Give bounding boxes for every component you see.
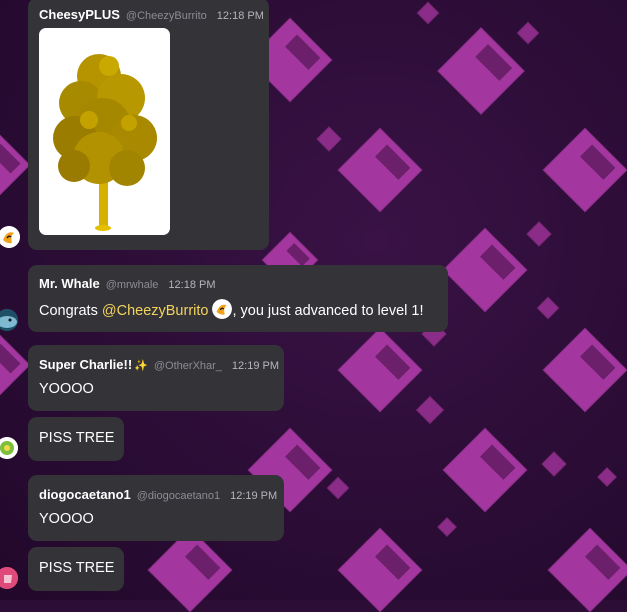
message-text: PISS TREE <box>39 430 115 446</box>
timestamp: 12:18 PM <box>168 279 216 291</box>
background-diamond <box>541 451 567 477</box>
background-diamond <box>437 517 457 537</box>
background-diamond <box>416 1 440 25</box>
background-diamond <box>542 127 627 213</box>
message-header: diogocaetano1 @diogocaetano1 12:19 PM <box>39 487 284 502</box>
author-name[interactable]: Mr. Whale <box>39 276 100 291</box>
message-text-prefix: Congrats <box>39 303 102 319</box>
background-diamond <box>316 126 342 152</box>
message-bubble: PISS TREE <box>28 417 124 461</box>
author-handle: @diogocaetano1 <box>136 490 221 502</box>
background-diamond <box>536 296 560 320</box>
mention-avatar-icon <box>212 299 233 319</box>
background-diamond <box>337 127 423 213</box>
background-diamond <box>516 21 540 45</box>
message-bubble: Super Charlie!! ✨ @OtherXhar_ 12:19 PM Y… <box>28 345 284 411</box>
background-diamond <box>442 227 528 313</box>
background-diamond <box>597 467 617 487</box>
message-text: PISS TREE <box>39 560 115 576</box>
message-text: Congrats @CheezyBurrito , you just advanc… <box>39 299 448 319</box>
timestamp: 12:18 PM <box>216 10 264 22</box>
background-diamond <box>326 476 350 500</box>
golden-tree-image <box>53 54 157 231</box>
background-diamond <box>0 329 31 401</box>
background-diamond <box>542 327 627 413</box>
background-diamond <box>337 327 423 413</box>
message-text: YOOOO <box>39 511 94 527</box>
message-bubble: PISS TREE <box>28 547 124 591</box>
message-header: CheesyPLUS @CheezyBurrito 12:18 PM <box>39 7 269 22</box>
background-diamond <box>0 129 31 201</box>
background-diamond <box>437 27 525 115</box>
message-header: Mr. Whale @mrwhale 12:18 PM <box>39 276 448 291</box>
user-mention[interactable]: @CheezyBurrito <box>102 303 209 319</box>
message-text-suffix: , you just advanced to level 1! <box>232 303 424 319</box>
author-name[interactable]: CheesyPLUS <box>39 7 120 22</box>
message-text: YOOOO <box>39 381 94 397</box>
author-handle: @OtherXhar_ <box>153 360 222 372</box>
background-diamond <box>526 221 552 247</box>
message-header: Super Charlie!! ✨ @OtherXhar_ 12:19 PM <box>39 357 284 372</box>
message-bubble: CheesyPLUS @CheezyBurrito 12:18 PM <box>28 0 269 250</box>
author-name[interactable]: diogocaetano1 <box>39 487 131 502</box>
sparkles-icon: ✨ <box>134 360 148 372</box>
author-name[interactable]: Super Charlie!! <box>39 357 132 372</box>
message-image[interactable] <box>39 28 170 235</box>
background-diamond <box>415 395 445 425</box>
background-diamond <box>337 527 423 612</box>
background-diamond <box>547 527 627 612</box>
timestamp: 12:19 PM <box>230 490 278 502</box>
background-diamond <box>442 427 528 513</box>
message-bubble: diogocaetano1 @diogocaetano1 12:19 PM YO… <box>28 475 284 541</box>
timestamp: 12:19 PM <box>231 360 280 372</box>
author-handle: @CheezyBurrito <box>125 10 207 22</box>
message-bubble: Mr. Whale @mrwhale 12:18 PM Congrats @Ch… <box>28 265 448 332</box>
author-handle: @mrwhale <box>105 279 159 291</box>
